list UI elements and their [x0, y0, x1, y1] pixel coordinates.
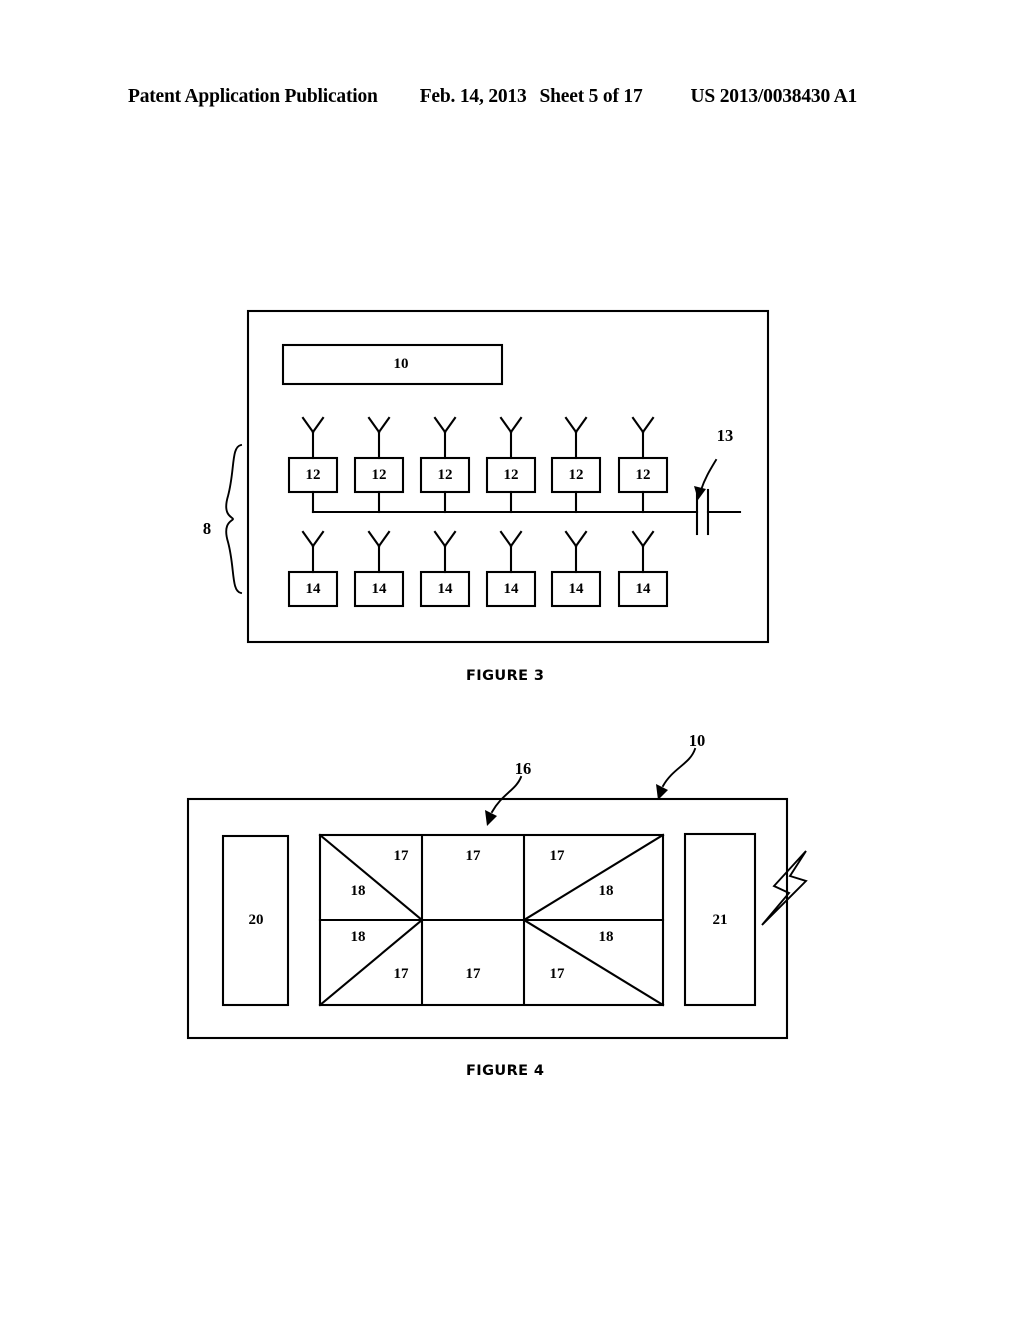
figure-4-cell-top-right-outer: 17: [549, 848, 565, 864]
figure-4-enclosure-label: 10: [688, 731, 706, 750]
figure-4-left-module-label: 20: [248, 912, 264, 928]
figure-4-cell-bottom-left-outer: 17: [393, 966, 409, 982]
figure-4-drawing: [186, 747, 808, 1040]
figure-4-cell-top-right-inner: 18: [598, 883, 614, 899]
figure-4-grid-label: 16: [514, 759, 532, 778]
figure-4-cell-top-left-outer: 17: [393, 848, 409, 864]
figure-4-cell-bottom-middle-outer: 17: [465, 966, 481, 982]
figure-4-cell-bottom-left-inner: 18: [350, 929, 366, 945]
rf-lightning-bolt: [761, 850, 808, 926]
patent-drawing-page: Patent Application Publication Feb. 14, …: [0, 0, 1024, 1320]
figure-4-right-module-label: 21: [712, 912, 728, 928]
figure-4-caption: FIGURE 4: [466, 1063, 545, 1079]
figure-4-cell-bottom-right-inner: 18: [598, 929, 614, 945]
figure-4-cell-top-middle-outer: 17: [465, 848, 481, 864]
figure-4-cell-top-left-inner: 18: [350, 883, 366, 899]
figure-4-cell-bottom-right-outer: 17: [549, 966, 565, 982]
